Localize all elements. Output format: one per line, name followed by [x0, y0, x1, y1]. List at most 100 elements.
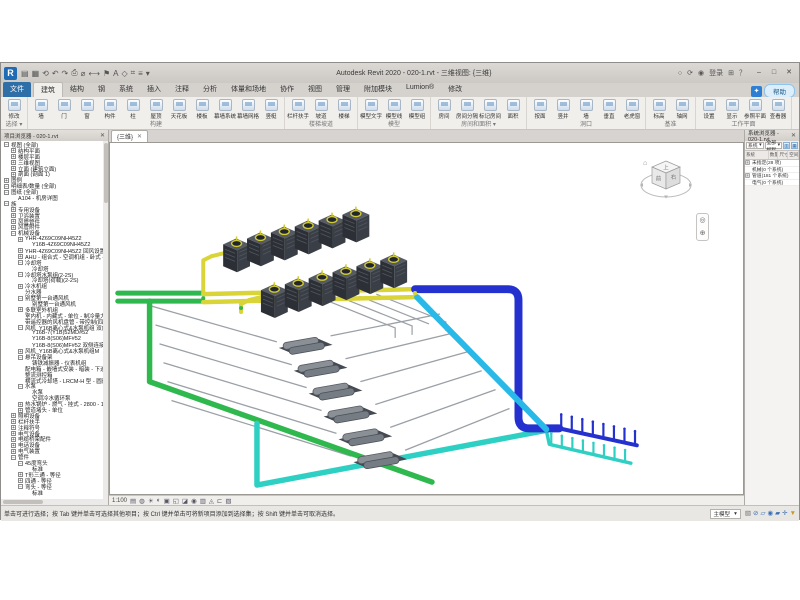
cooling-tower-unit[interactable]: [247, 231, 274, 267]
expander-icon[interactable]: +: [11, 166, 16, 171]
cooling-tower-unit[interactable]: [309, 270, 336, 306]
ribbon-button-构件[interactable]: 构件: [99, 98, 121, 121]
riser-cap[interactable]: [592, 420, 595, 423]
drawing-area[interactable]: 上 前 右 ⌂ ◎ ⊕: [109, 142, 744, 495]
tree-item[interactable]: +AHU - 组合式 - 空调机组 - 卧式 - 标准 - 2000 - 500: [2, 254, 108, 260]
cooling-tower-unit[interactable]: [223, 236, 250, 272]
ribbon-tab-Lumion®[interactable]: Lumion®: [399, 82, 441, 97]
expander-icon[interactable]: −: [18, 355, 23, 360]
ribbon-button-标高[interactable]: 标高: [648, 98, 670, 121]
ribbon-tab-附加模块[interactable]: 附加模块: [357, 82, 399, 97]
return-pipe-cyan[interactable]: [417, 297, 546, 429]
expander-icon[interactable]: −: [18, 272, 23, 277]
ribbon-tab-分析[interactable]: 分析: [196, 82, 224, 97]
ribbon-tab-文件[interactable]: 文件: [3, 82, 31, 97]
expander-icon[interactable]: +: [18, 284, 23, 289]
chiller-unit[interactable]: [339, 428, 393, 446]
cooling-tower-unit[interactable]: [295, 219, 322, 255]
supply-pipes-blue[interactable]: [415, 289, 637, 445]
ribbon-button-柱[interactable]: 柱: [122, 98, 144, 121]
zoom-tool-icon[interactable]: ⊕: [700, 230, 706, 238]
expander-icon[interactable]: +: [11, 219, 16, 224]
expander-icon[interactable]: +: [745, 161, 750, 166]
ribbon-button-坡道[interactable]: 坡道: [310, 98, 332, 121]
expander-icon[interactable]: +: [18, 349, 23, 354]
tag-icon[interactable]: ⚑: [103, 69, 110, 78]
riser-cap[interactable]: [581, 418, 584, 421]
expander-icon[interactable]: +: [11, 160, 16, 165]
expander-icon[interactable]: +: [11, 413, 16, 418]
ribbon-button-轴网[interactable]: 轴网: [671, 98, 693, 121]
riser-cap[interactable]: [624, 449, 627, 452]
expander-icon[interactable]: +: [11, 225, 16, 230]
expander-icon[interactable]: +: [18, 478, 23, 483]
ribbon-button-幕墙网格[interactable]: 幕墙网格: [237, 98, 259, 121]
close-icon[interactable]: ✕: [137, 133, 142, 140]
expander-icon[interactable]: +: [11, 443, 16, 448]
filter-icon[interactable]: ▼: [790, 509, 796, 519]
ribbon-button-模型线[interactable]: 模型线: [383, 98, 405, 121]
riser-cap[interactable]: [560, 413, 563, 416]
aligned-dimension-icon[interactable]: ⟷: [88, 69, 99, 78]
cooling-tower-unit[interactable]: [380, 252, 407, 288]
close-button[interactable]: ✕: [782, 66, 796, 80]
riser-cap[interactable]: [561, 434, 564, 437]
detail-level-icon[interactable]: ▤: [130, 497, 136, 505]
expander-icon[interactable]: +: [18, 248, 23, 253]
hide-analytical-model-icon[interactable]: ◬: [209, 497, 214, 505]
column-header-系统[interactable]: 系统: [745, 151, 769, 159]
expander-icon[interactable]: +: [11, 207, 16, 212]
expander-icon[interactable]: −: [4, 142, 9, 147]
ribbon-tab-修改[interactable]: 修改: [441, 82, 469, 97]
expander-icon[interactable]: +: [11, 449, 16, 454]
cooling-tower-unit[interactable]: [261, 282, 288, 318]
minimize-button[interactable]: –: [752, 66, 766, 80]
select-links-toggle[interactable]: ⊘: [753, 509, 758, 519]
measure-icon[interactable]: ⌀: [81, 69, 86, 78]
close-icon[interactable]: ✕: [791, 132, 796, 139]
help-pill-label[interactable]: 帮助: [764, 84, 795, 98]
column-settings-icon[interactable]: ▦: [791, 142, 798, 149]
tree-item[interactable]: +风机_Y16B离心式&水泵机组M: [2, 348, 108, 354]
browser-vertical-scrollbar[interactable]: [103, 141, 108, 499]
temporary-view-properties-icon[interactable]: ▥: [200, 497, 206, 505]
user-icon[interactable]: ◉: [698, 69, 704, 77]
ribbon-tab-体量和场地[interactable]: 体量和场地: [224, 82, 273, 97]
chiller-unit[interactable]: [324, 405, 378, 423]
ribbon-button-楼梯[interactable]: 楼梯: [333, 98, 355, 121]
ribbon-button-屋顶[interactable]: 屋顶: [145, 98, 167, 121]
expander-icon[interactable]: +: [11, 213, 16, 218]
cooling-tower-unit[interactable]: [342, 207, 369, 243]
chiller-unit[interactable]: [309, 383, 363, 401]
expander-icon[interactable]: −: [11, 231, 16, 236]
branch-piping[interactable]: [152, 306, 510, 456]
ribbon-button-面积[interactable]: 面积: [502, 98, 524, 121]
expander-icon[interactable]: −: [18, 260, 23, 265]
expander-icon[interactable]: +: [18, 254, 23, 259]
ribbon-button-窗[interactable]: 窗: [76, 98, 98, 121]
ribbon-button-门[interactable]: 门: [53, 98, 75, 121]
cooling-tower-unit[interactable]: [271, 225, 298, 261]
worksets-icon[interactable]: ▧: [745, 509, 751, 519]
thin-lines-icon[interactable]: ≡: [138, 69, 143, 78]
reveal-constraints-icon[interactable]: ⊏: [217, 497, 222, 505]
ribbon-button-标记房间[interactable]: 标记房间: [479, 98, 501, 121]
ribbon-button-楼板[interactable]: 楼板: [191, 98, 213, 121]
branch-pipe[interactable]: [152, 306, 277, 342]
expander-icon[interactable]: −: [11, 455, 16, 460]
ribbon-button-房间分隔[interactable]: 房间分隔: [456, 98, 478, 121]
ribbon-button-按面[interactable]: 按面: [529, 98, 551, 121]
ribbon-tab-视图[interactable]: 视图: [301, 82, 329, 97]
expander-icon[interactable]: −: [18, 384, 23, 389]
chiller-unit[interactable]: [279, 337, 333, 355]
ribbon-button-显示[interactable]: 显示: [721, 98, 743, 121]
cooling-tower-bank-upper[interactable]: [223, 207, 369, 273]
branch-pipe[interactable]: [375, 371, 481, 405]
ribbon-button-修改[interactable]: 修改: [3, 98, 25, 121]
riser-cap[interactable]: [603, 444, 606, 447]
undo-icon[interactable]: ↶: [52, 69, 59, 78]
reveal-hidden-elements-icon[interactable]: ◉: [191, 497, 197, 505]
cooling-tower-unit[interactable]: [333, 264, 360, 300]
search-icon[interactable]: ○: [678, 70, 682, 77]
expander-icon[interactable]: +: [11, 154, 16, 159]
